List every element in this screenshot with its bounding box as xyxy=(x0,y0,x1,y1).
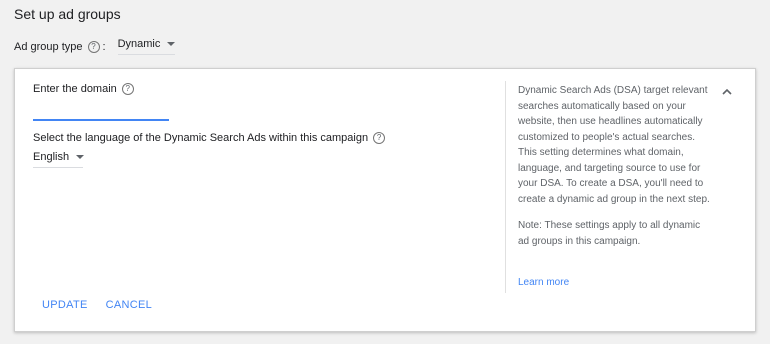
language-value: English xyxy=(33,151,70,163)
ad-group-type-row: Ad group type ? : Dynamic xyxy=(14,38,176,55)
dropdown-caret-icon xyxy=(76,155,85,159)
update-button[interactable]: UPDATE xyxy=(42,299,88,311)
help-circle-icon[interactable]: ? xyxy=(87,40,100,53)
vertical-divider xyxy=(505,81,506,293)
domain-label-row: Enter the domain ? xyxy=(33,83,134,95)
ad-group-type-dropdown[interactable]: Dynamic xyxy=(117,38,176,55)
dsa-info-text: Dynamic Search Ads (DSA) target relevant… xyxy=(518,85,710,205)
help-circle-icon[interactable]: ? xyxy=(121,83,134,95)
page-title: Set up ad groups xyxy=(14,6,121,22)
dsa-info-panel: Dynamic Search Ads (DSA) target relevant… xyxy=(518,83,713,260)
ad-group-type-label: Ad group type xyxy=(14,40,83,53)
domain-input[interactable] xyxy=(33,103,169,121)
learn-more-link[interactable]: Learn more xyxy=(518,277,569,288)
language-label-row: Select the language of the Dynamic Searc… xyxy=(33,132,386,144)
dsa-settings-card: Enter the domain ? Select the language o… xyxy=(14,68,756,332)
ad-group-type-colon: : xyxy=(102,40,106,53)
language-dropdown[interactable]: English xyxy=(33,151,85,168)
card-actions: UPDATE CANCEL xyxy=(42,299,152,311)
language-label: Select the language of the Dynamic Searc… xyxy=(33,132,369,144)
domain-label: Enter the domain xyxy=(33,83,117,95)
ad-group-type-value: Dynamic xyxy=(117,38,161,50)
dsa-note-text: Note: These settings apply to all dynami… xyxy=(518,220,701,247)
chevron-up-icon[interactable] xyxy=(720,85,734,99)
cancel-button[interactable]: CANCEL xyxy=(106,299,152,311)
help-circle-icon[interactable]: ? xyxy=(373,132,386,144)
dropdown-caret-icon xyxy=(167,42,176,46)
